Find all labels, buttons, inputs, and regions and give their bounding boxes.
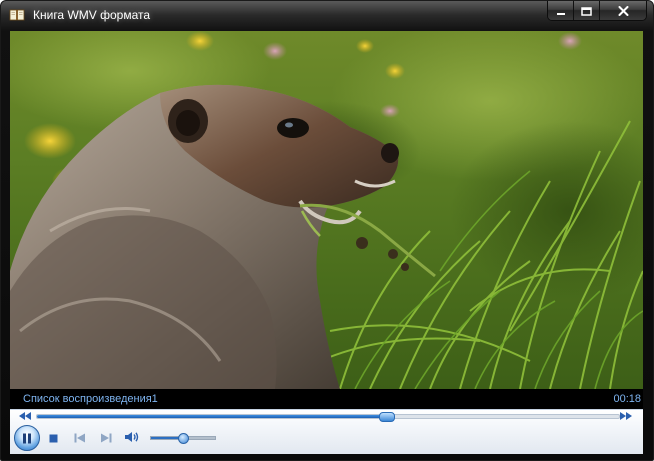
mute-button[interactable]	[124, 430, 140, 444]
maximize-icon	[581, 1, 592, 20]
elapsed-time[interactable]: 00:18	[613, 393, 641, 405]
previous-button[interactable]	[72, 430, 88, 444]
previous-icon	[74, 428, 86, 447]
window-title: Книга WMV формата	[33, 8, 151, 22]
maximize-button[interactable]	[574, 1, 600, 20]
seek-bar[interactable]	[36, 412, 620, 422]
playlist-name[interactable]: Список воспроизведения1	[23, 393, 158, 405]
volume-slider[interactable]	[150, 433, 216, 444]
speaker-icon	[124, 428, 140, 447]
seek-thumb[interactable]	[379, 412, 396, 422]
minimize-button[interactable]	[548, 1, 574, 20]
status-bar: Список воспроизведения1 00:18	[10, 389, 643, 409]
pause-button[interactable]	[14, 425, 40, 451]
video-frame-image	[10, 31, 643, 389]
button-row	[10, 424, 643, 452]
next-button[interactable]	[98, 430, 114, 444]
title-bar[interactable]: Книга WMV формата	[1, 1, 653, 31]
player-window: Книга WMV формата Список воспроизведения…	[0, 0, 654, 461]
minimize-icon	[556, 1, 566, 20]
stop-button[interactable]	[45, 430, 61, 444]
playback-controls	[10, 409, 643, 454]
seek-forward-icon[interactable]	[619, 411, 633, 421]
seek-progress	[37, 415, 387, 418]
book-icon	[9, 7, 25, 23]
close-button[interactable]	[600, 1, 646, 20]
close-icon	[618, 1, 629, 20]
stop-icon	[49, 428, 58, 447]
volume-thumb[interactable]	[178, 433, 189, 444]
pause-icon	[22, 429, 32, 448]
video-display[interactable]	[10, 31, 643, 389]
seek-back-icon[interactable]	[18, 411, 32, 421]
caption-buttons	[547, 1, 647, 21]
next-icon	[100, 428, 112, 447]
